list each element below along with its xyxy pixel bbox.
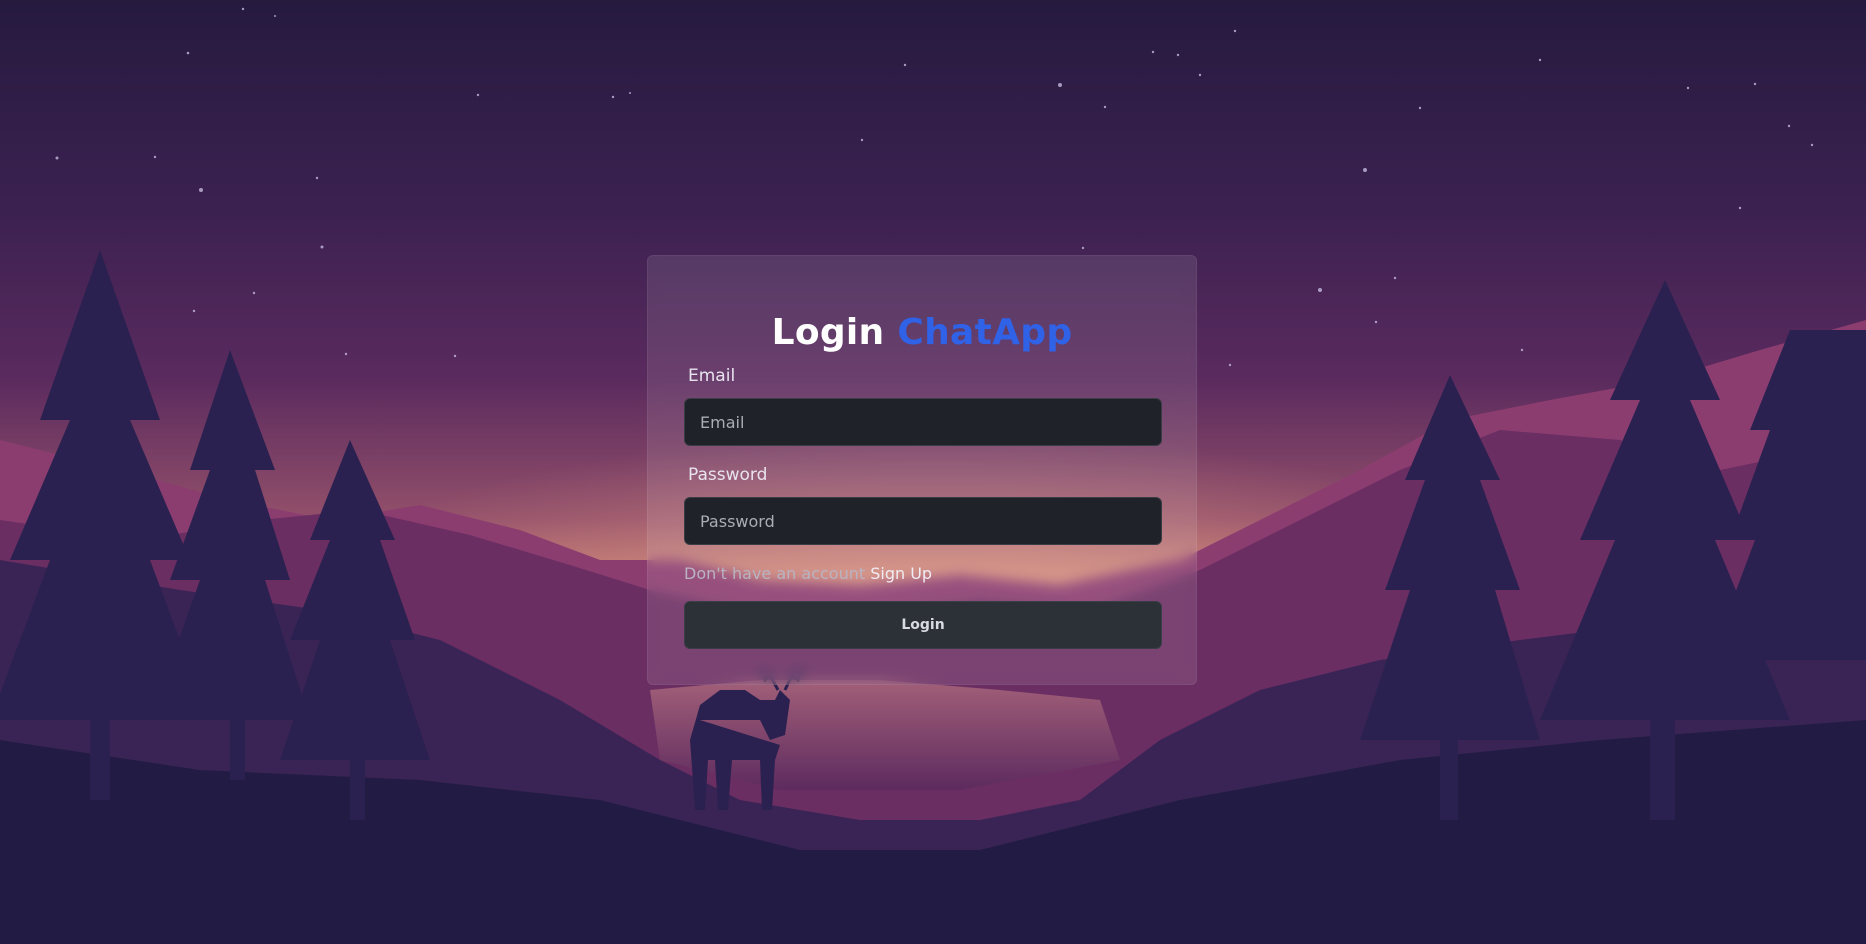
signup-link[interactable]: Sign Up <box>870 564 932 583</box>
signup-prompt-text: Don't have an account <box>684 564 866 583</box>
password-label: Password <box>688 465 768 485</box>
login-button[interactable]: Login <box>684 601 1162 649</box>
signup-prompt-row: Don't have an account Sign Up <box>684 564 932 583</box>
page-title: Login ChatApp <box>648 306 1196 360</box>
password-field[interactable] <box>684 497 1162 545</box>
login-card: Login ChatApp Email Password Don't have … <box>647 255 1197 685</box>
title-prefix: Login <box>771 312 885 353</box>
email-field[interactable] <box>684 398 1162 446</box>
email-label: Email <box>688 366 736 386</box>
brand-name: ChatApp <box>897 312 1073 353</box>
